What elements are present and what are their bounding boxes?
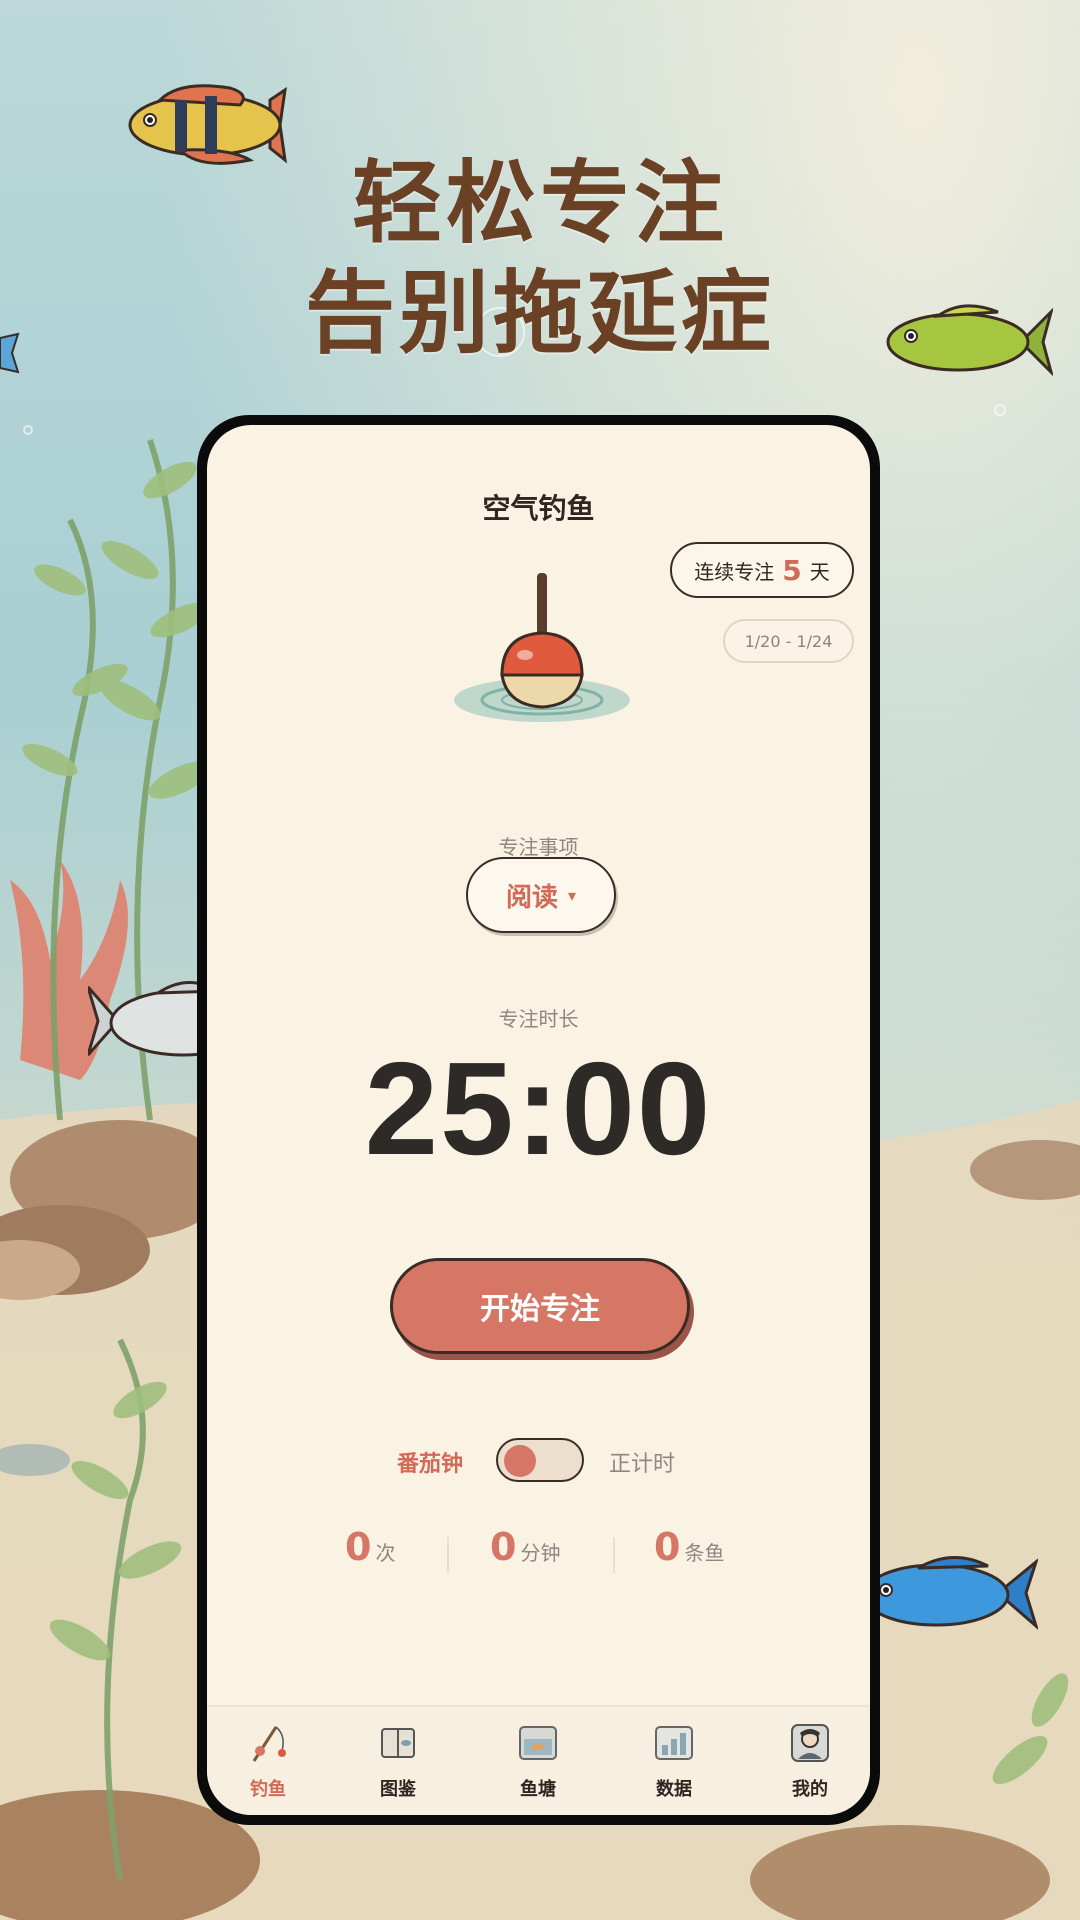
bottom-tab-bar: 钓鱼 图鉴 鱼塘 数据 我的 — [207, 1705, 870, 1815]
tab-label: 钓鱼 — [250, 1779, 286, 1800]
task-value: 阅读 — [505, 882, 558, 913]
stat-unit: 次 — [375, 1541, 396, 1565]
blue-fish-icon — [862, 1556, 1038, 1630]
tab-label: 我的 — [792, 1779, 828, 1800]
stat-unit: 条鱼 — [684, 1541, 725, 1565]
stat-divider — [447, 1537, 449, 1573]
stat-unit: 分钟 — [520, 1541, 561, 1565]
streak-prefix: 连续专注 — [694, 559, 775, 584]
tab-fishing[interactable]: 钓鱼 — [223, 1721, 313, 1801]
stat-value: 0 — [345, 1525, 372, 1569]
tab-guide[interactable]: 图鉴 — [353, 1721, 443, 1801]
fishing-rod-icon — [252, 1726, 286, 1762]
toggle-knob — [504, 1445, 536, 1477]
striped-fish-icon — [128, 84, 288, 165]
mode-stopwatch-label[interactable]: 正计时 — [609, 1446, 675, 1478]
stats-row: 0 次 0 分钟 0 条鱼 — [207, 1525, 870, 1585]
chart-icon — [655, 1726, 693, 1760]
tab-data[interactable]: 数据 — [629, 1721, 719, 1801]
stat-value: 0 — [490, 1525, 517, 1569]
tab-profile[interactable]: 我的 — [765, 1721, 855, 1801]
avatar-icon — [791, 1724, 829, 1762]
tab-label: 图鉴 — [380, 1779, 416, 1800]
partial-fish-icon — [0, 332, 20, 374]
mode-pomodoro-label[interactable]: 番茄钟 — [397, 1446, 463, 1478]
duration-label: 专注时长 — [498, 1007, 579, 1031]
mode-switch-row: 番茄钟 正计时 — [207, 1436, 870, 1484]
streak-badge[interactable]: 连续专注 5 天 — [670, 542, 854, 598]
app-screen: 空气钓鱼 连续专注 5 天 1/20 - 1/24 专注事项 阅读 ▾ 专注时长… — [207, 425, 870, 1815]
pond-icon — [519, 1726, 557, 1760]
task-label: 专注事项 — [498, 835, 579, 859]
streak-days: 5 — [782, 553, 802, 587]
task-selector[interactable]: 阅读 ▾ — [466, 857, 616, 933]
tab-label: 鱼塘 — [520, 1779, 556, 1800]
stat-sessions: 0 次 — [345, 1525, 395, 1569]
streak-suffix: 天 — [809, 559, 830, 584]
stat-divider — [613, 1537, 615, 1573]
chevron-down-icon: ▾ — [567, 885, 577, 905]
green-fish-icon — [886, 304, 1053, 377]
mode-toggle[interactable] — [496, 1438, 584, 1482]
timer-display[interactable]: 25:00 — [207, 1033, 870, 1184]
fishing-bobber-icon — [454, 573, 630, 722]
app-title: 空气钓鱼 — [482, 492, 595, 525]
date-range-badge[interactable]: 1/20 - 1/24 — [723, 619, 854, 663]
stat-minutes: 0 分钟 — [490, 1525, 560, 1569]
phone-frame: 空气钓鱼 连续专注 5 天 1/20 - 1/24 专注事项 阅读 ▾ 专注时长… — [197, 415, 880, 1825]
start-focus-button[interactable]: 开始专注 — [390, 1258, 690, 1354]
stat-fish: 0 条鱼 — [654, 1525, 724, 1569]
stat-value: 0 — [654, 1525, 681, 1569]
tab-pond[interactable]: 鱼塘 — [493, 1721, 583, 1801]
book-icon — [381, 1728, 415, 1758]
tab-label: 数据 — [656, 1779, 692, 1800]
